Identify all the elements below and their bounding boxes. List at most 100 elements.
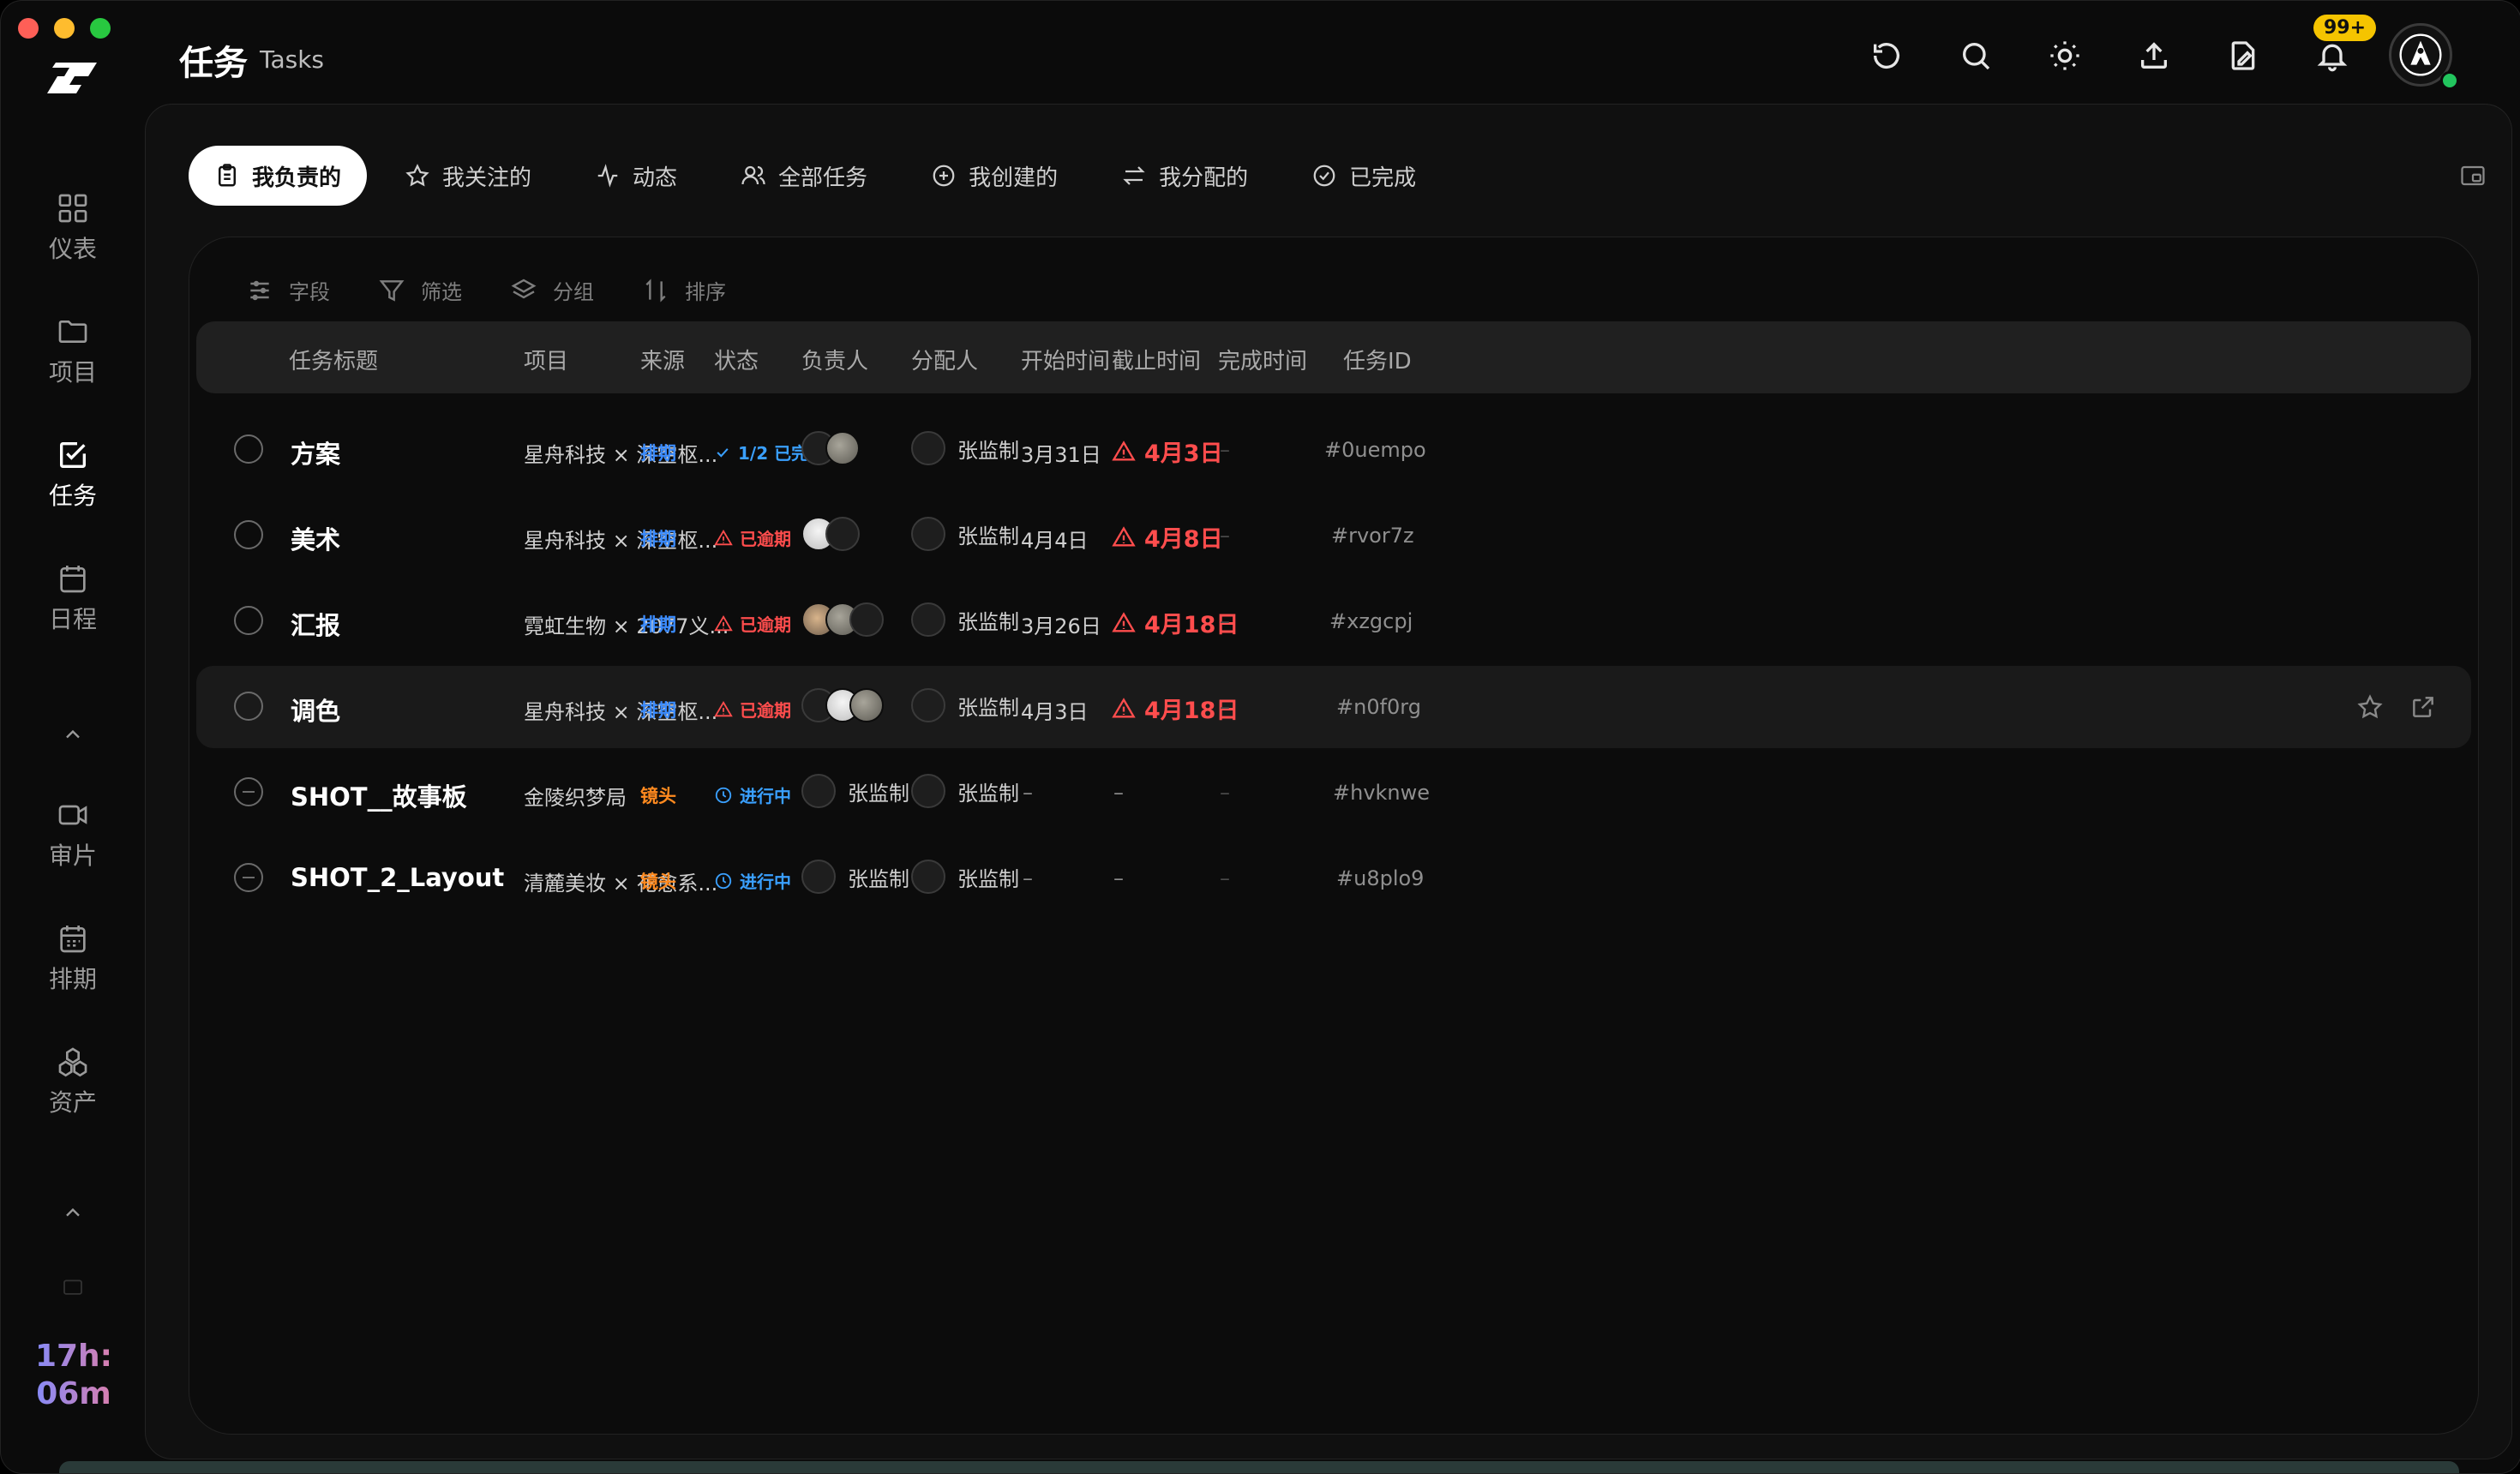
close-window-button[interactable] (18, 18, 39, 39)
group-button[interactable]: 分组 (510, 275, 594, 305)
task-complete-checkbox[interactable] (234, 692, 263, 721)
task-due-time[interactable]: 4月8日 (1112, 520, 1223, 554)
task-assigner[interactable]: 张监制 (911, 602, 1019, 637)
task-id[interactable]: #rvor7z (1331, 524, 1414, 548)
sidebar-item-dashboard[interactable]: 仪表 (21, 191, 124, 265)
status-label: 进行中 (740, 786, 791, 806)
filter-button[interactable]: 筛选 (378, 275, 462, 305)
task-status[interactable]: 进行中 (714, 782, 791, 807)
tab-label: 已完成 (1349, 165, 1417, 191)
status-label: 已逾期 (740, 529, 791, 549)
column-header-assigner[interactable]: 分配人 (911, 344, 978, 375)
minimize-window-button[interactable] (54, 18, 75, 39)
tab-assigned-by-me[interactable]: 我分配的 (1095, 146, 1274, 206)
panel-layout-icon[interactable] (2460, 165, 2486, 187)
column-header-title[interactable]: 任务标题 (289, 344, 378, 375)
task-title[interactable]: 调色 (291, 692, 340, 728)
tab-completed[interactable]: 已完成 (1286, 146, 1442, 206)
task-id[interactable]: #n0f0rg (1336, 695, 1421, 719)
open-external-icon[interactable] (2409, 693, 2437, 721)
sidebar-item-assets[interactable]: 资产 (21, 1045, 124, 1118)
assignee-avatars[interactable] (801, 431, 860, 465)
column-header-completed-time[interactable]: 完成时间 (1218, 344, 1307, 375)
task-title[interactable]: SHOT_2_Layout (291, 863, 504, 892)
task-assigner[interactable]: 张监制 (911, 860, 1019, 894)
tab-created-by-me[interactable]: 我创建的 (905, 146, 1083, 206)
table-row[interactable]: 汇报 霓虹生物 × 2077义... 排期 已逾期 张监制 3月26日 4月18… (196, 580, 2471, 662)
collapse-chevron-up-icon[interactable] (61, 1201, 85, 1225)
task-title[interactable]: SHOT__故事板 (291, 777, 467, 813)
assignee-avatars[interactable] (801, 602, 884, 637)
assigner-name: 张监制 (957, 695, 1019, 720)
column-header-task-id[interactable]: 任务ID (1343, 344, 1412, 375)
table-row[interactable]: 调色 星舟科技 × 深空枢... 排期 已逾期 张监制 4月3日 4月18日 –… (196, 666, 2471, 748)
task-complete-checkbox[interactable] (234, 777, 263, 806)
task-complete-checkbox[interactable] (234, 863, 263, 892)
task-assigner[interactable]: 张监制 (911, 517, 1019, 551)
timer-hours: 17h: (34, 1339, 113, 1374)
star-icon[interactable] (2356, 693, 2384, 721)
column-header-status[interactable]: 状态 (714, 344, 759, 375)
refresh-icon[interactable] (1869, 39, 1904, 73)
task-assignee[interactable]: 张监制 (801, 774, 909, 808)
table-row[interactable]: SHOT__故事板 金陵织梦局 镜头 进行中 张监制 张监制 – – – #hv… (196, 752, 2471, 834)
task-completed-time: – (1220, 524, 1230, 548)
assignee-avatars[interactable] (801, 688, 884, 722)
sidebar-item-review[interactable]: 审片 (21, 798, 124, 872)
task-status[interactable]: 已逾期 (714, 697, 791, 722)
task-status[interactable]: 已逾期 (714, 525, 791, 550)
task-id[interactable]: #hvknwe (1333, 781, 1430, 805)
upload-icon[interactable] (2137, 39, 2171, 73)
sidebar-item-tasks[interactable]: 任务 (21, 438, 124, 512)
tab-label: 我创建的 (969, 165, 1059, 191)
table-row[interactable]: SHOT_2_Layout 清麓美妆 × 花愈系... 镜头 进行中 张监制 张… (196, 837, 2471, 920)
sidebar-item-schedule[interactable]: 排期 (21, 921, 124, 995)
task-title[interactable]: 方案 (291, 434, 340, 470)
maximize-window-button[interactable] (90, 18, 111, 39)
work-timer[interactable]: 17h: 06m (27, 1338, 121, 1413)
sidebar-item-projects[interactable]: 项目 (21, 315, 124, 388)
table-row[interactable]: 美术 星舟科技 × 深空枢... 排期 已逾期 张监制 4月4日 4月8日 – … (196, 494, 2471, 577)
avatar (825, 431, 860, 465)
sidebar-item-calendar[interactable]: 日程 (21, 561, 124, 635)
app-logo-icon[interactable] (44, 56, 100, 99)
page-subtitle: Tasks (260, 45, 325, 74)
search-icon[interactable] (1959, 39, 1993, 73)
task-complete-checkbox[interactable] (234, 606, 263, 635)
task-id[interactable]: #0uempo (1324, 438, 1426, 462)
task-start-time: – (1023, 781, 1033, 805)
task-assigner[interactable]: 张监制 (911, 688, 1019, 722)
assigner-name: 张监制 (957, 781, 1019, 806)
assignee-avatars[interactable] (801, 517, 860, 551)
fields-button[interactable]: 字段 (246, 275, 330, 305)
task-id[interactable]: #u8plo9 (1336, 866, 1424, 890)
column-header-project[interactable]: 项目 (524, 344, 568, 375)
sort-button[interactable]: 排序 (642, 275, 726, 305)
task-assignee[interactable]: 张监制 (801, 860, 909, 894)
task-project: 清麓美妆 × 花愈系... (524, 872, 718, 896)
tab-my-followed[interactable]: 我关注的 (379, 146, 557, 206)
task-assigner[interactable]: 张监制 (911, 774, 1019, 808)
task-status[interactable]: 已逾期 (714, 611, 791, 636)
tab-my-responsible[interactable]: 我负责的 (189, 146, 368, 206)
task-status[interactable]: 进行中 (714, 868, 791, 893)
column-header-assignee[interactable]: 负责人 (801, 344, 868, 375)
tab-all-tasks[interactable]: 全部任务 (715, 146, 893, 206)
column-header-source[interactable]: 来源 (640, 344, 685, 375)
theme-sun-icon[interactable] (2048, 39, 2082, 73)
tab-activity[interactable]: 动态 (569, 146, 703, 206)
file-edit-icon[interactable] (2226, 39, 2260, 73)
task-id[interactable]: #xzgcpj (1329, 609, 1413, 633)
task-due-time[interactable]: 4月3日 (1112, 434, 1223, 468)
task-title[interactable]: 美术 (291, 520, 340, 556)
column-header-start-time[interactable]: 开始时间 (1021, 344, 1110, 375)
task-assigner[interactable]: 张监制 (911, 431, 1019, 465)
task-project: 金陵织梦局 (524, 786, 627, 810)
collapse-chevron-up-icon[interactable] (61, 722, 85, 746)
column-header-due-time[interactable]: 截止时间 (1112, 344, 1201, 375)
task-complete-checkbox[interactable] (234, 520, 263, 549)
table-row[interactable]: 方案 星舟科技 × 深空枢... 排期 1/2 已完成 张监制 3月31日 4月… (196, 409, 2471, 491)
task-complete-checkbox[interactable] (234, 434, 263, 464)
bell-icon[interactable] (2315, 39, 2349, 73)
task-title[interactable]: 汇报 (291, 606, 340, 642)
